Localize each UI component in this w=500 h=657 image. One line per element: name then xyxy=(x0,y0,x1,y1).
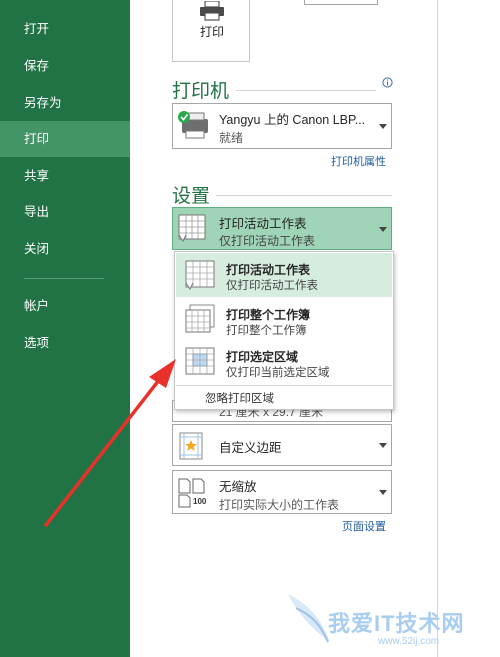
watermark-url: www.52ij.com xyxy=(378,636,440,647)
watermark-title: 我爱IT技术网 xyxy=(328,611,465,636)
annotation-arrow xyxy=(44,359,176,527)
